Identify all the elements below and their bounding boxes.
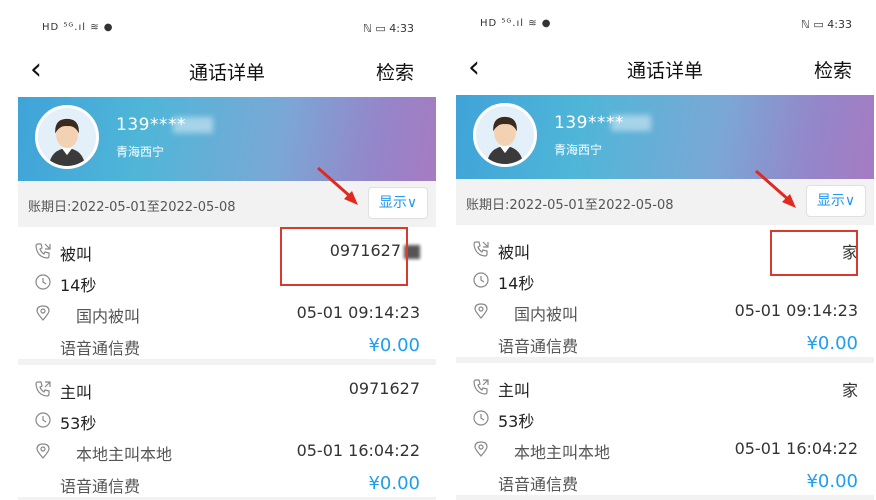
record-type-row: 主叫 0971627 [18, 377, 436, 407]
status-bar-left: HD ⁵ᴳ.ıl ≋ ● [42, 22, 114, 33]
nav-bar: ‹ 通话详单 检索 [456, 50, 874, 90]
clock-icon [472, 271, 490, 289]
page-title: 通话详单 [188, 62, 265, 84]
region-label: 青海西宁 [116, 145, 165, 159]
highlight-box [280, 227, 408, 286]
clock-icon [34, 273, 52, 291]
call-type: 被叫 [498, 243, 531, 262]
pointer-arrow [755, 169, 796, 208]
record-type-row: 主叫 家 [456, 375, 874, 405]
profile-banner: 139**** 青海西宁 [18, 97, 436, 181]
fee-amount: ¥0.00 [806, 333, 858, 354]
call-record[interactable]: 主叫 家 53秒 本地主叫本地 05-01 16:04:22 语音通信费 ¥0.… [456, 363, 874, 500]
call-duration: 14秒 [60, 276, 97, 295]
call-number: 0971627 [348, 379, 420, 398]
call-type: 被叫 [60, 245, 93, 264]
location-icon [472, 440, 490, 458]
call-datetime: 05-01 09:14:23 [734, 301, 858, 320]
status-bar-right: ℕ ▭ 4:33 [363, 22, 414, 35]
record-fee-row: 语音通信费 ¥0.00 [18, 471, 436, 500]
billing-period: 账期日:2022-05-01至2022-05-08 [466, 198, 674, 213]
avatar [473, 103, 537, 167]
search-button[interactable]: 检索 [814, 56, 852, 83]
call-datetime: 05-01 16:04:22 [296, 441, 420, 460]
avatar-icon [476, 106, 534, 164]
location-icon [472, 302, 490, 320]
record-kind-row: 国内被叫 05-01 09:14:23 [456, 299, 874, 329]
call-duration: 53秒 [60, 414, 97, 433]
call-datetime: 05-01 16:04:22 [734, 439, 858, 458]
show-toggle-button[interactable]: 显示∨ [806, 185, 866, 217]
location-icon [34, 304, 52, 322]
nav-bar: ‹ 通话详单 检索 [18, 52, 436, 92]
region-label: 青海西宁 [554, 143, 603, 157]
fee-amount: ¥0.00 [806, 471, 858, 492]
record-kind-row: 国内被叫 05-01 09:14:23 [18, 301, 436, 331]
record-fee-row: 语音通信费 ¥0.00 [18, 333, 436, 363]
call-type: 主叫 [60, 383, 93, 402]
comparison-stage: HD ⁵ᴳ.ıl ≋ ● ℕ ▭ 4:33 ‹ 通话详单 检索 139**** … [0, 0, 876, 500]
billing-period: 账期日:2022-05-01至2022-05-08 [28, 200, 236, 215]
period-bar: 账期日:2022-05-01至2022-05-08 显示∨ [456, 179, 874, 225]
masked-area [611, 115, 651, 131]
status-bar: HD ⁵ᴳ.ıl ≋ ● ℕ ▭ 4:33 [456, 14, 874, 38]
fee-label: 语音通信费 [498, 337, 579, 356]
call-record[interactable]: 主叫 0971627 53秒 本地主叫本地 05-01 16:04:22 语音通… [18, 365, 436, 500]
fee-label: 语音通信费 [60, 477, 141, 496]
fee-amount: ¥0.00 [368, 473, 420, 494]
period-bar: 账期日:2022-05-01至2022-05-08 显示∨ [18, 181, 436, 227]
call-duration: 53秒 [498, 412, 535, 431]
phone-screen-right: HD ⁵ᴳ.ıl ≋ ● ℕ ▭ 4:33 ‹ 通话详单 检索 139**** … [456, 0, 874, 500]
fee-amount: ¥0.00 [368, 335, 420, 356]
pointer-arrow [317, 166, 358, 205]
masked-area [173, 117, 213, 133]
record-kind-row: 本地主叫本地 05-01 16:04:22 [456, 437, 874, 467]
phone-call-icon [472, 240, 490, 258]
fee-label: 语音通信费 [498, 475, 579, 494]
search-button[interactable]: 检索 [376, 58, 414, 85]
record-fee-row: 语音通信费 ¥0.00 [456, 331, 874, 361]
status-bar-right: ℕ ▭ 4:33 [801, 18, 852, 31]
record-duration-row: 53秒 [18, 408, 436, 438]
call-duration: 14秒 [498, 274, 535, 293]
call-datetime: 05-01 09:14:23 [296, 303, 420, 322]
call-type: 主叫 [498, 381, 531, 400]
call-kind: 本地主叫本地 [76, 445, 173, 464]
phone-call-icon [34, 242, 52, 260]
record-fee-row: 语音通信费 ¥0.00 [456, 469, 874, 499]
phone-screen-left: HD ⁵ᴳ.ıl ≋ ● ℕ ▭ 4:33 ‹ 通话详单 检索 139**** … [18, 0, 436, 500]
location-icon [34, 442, 52, 460]
call-kind: 国内被叫 [514, 305, 579, 324]
call-number: 家 [841, 381, 858, 400]
phone-call-icon [34, 380, 52, 398]
fee-label: 语音通信费 [60, 339, 141, 358]
phone-call-icon [472, 378, 490, 396]
avatar-icon [38, 108, 96, 166]
clock-icon [472, 409, 490, 427]
show-toggle-button[interactable]: 显示∨ [368, 187, 428, 219]
avatar [35, 105, 99, 169]
status-bar-left: HD ⁵ᴳ.ıl ≋ ● [480, 18, 552, 29]
status-bar: HD ⁵ᴳ.ıl ≋ ● ℕ ▭ 4:33 [18, 18, 436, 42]
profile-banner: 139**** 青海西宁 [456, 95, 874, 179]
call-kind: 国内被叫 [76, 307, 141, 326]
page-title: 通话详单 [626, 60, 703, 82]
record-duration-row: 53秒 [456, 406, 874, 436]
record-kind-row: 本地主叫本地 05-01 16:04:22 [18, 439, 436, 469]
highlight-box [770, 230, 858, 276]
clock-icon [34, 411, 52, 429]
call-kind: 本地主叫本地 [514, 443, 611, 462]
